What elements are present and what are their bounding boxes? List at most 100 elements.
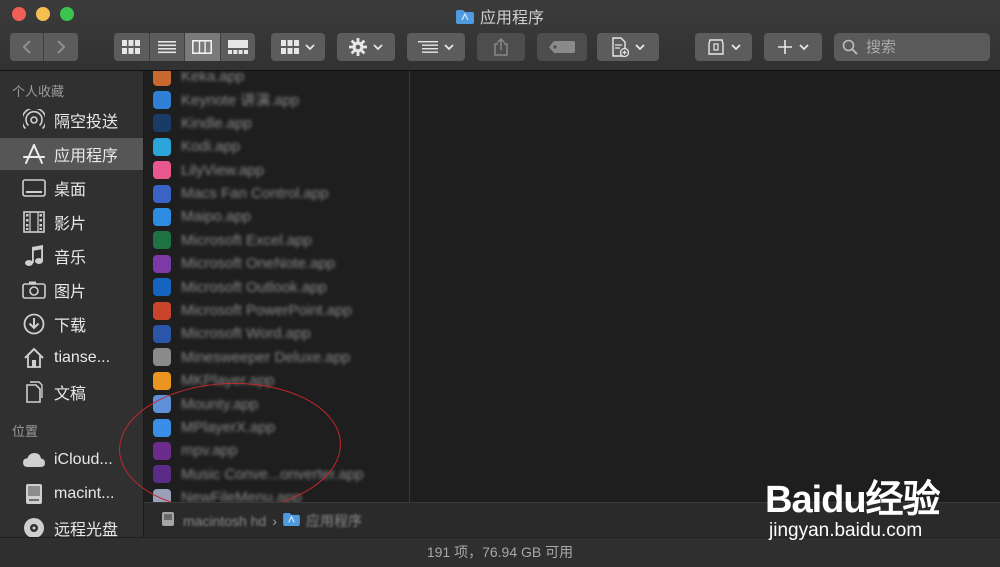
gear-icon	[349, 38, 367, 56]
search-field[interactable]	[834, 33, 990, 61]
file-name: Microsoft Outlook.app	[181, 278, 327, 296]
preview-column	[410, 71, 1000, 502]
path-item-folder[interactable]: 应用程序	[306, 511, 362, 531]
file-row[interactable]: Keynote 讲演.app	[144, 88, 409, 111]
disk-icon	[161, 511, 175, 530]
chevron-down-icon	[635, 43, 645, 50]
group-button[interactable]	[271, 33, 325, 61]
app-icon	[153, 114, 171, 133]
columns-icon	[192, 40, 213, 54]
file-name: Maipo.app	[181, 208, 252, 226]
file-row[interactable]: Microsoft PowerPoint.app	[144, 299, 409, 322]
app-icon	[153, 371, 171, 390]
sidebar-item-label: 文稿	[54, 386, 87, 403]
chevron-left-icon	[22, 40, 31, 54]
file-name: Microsoft OneNote.app	[181, 255, 336, 273]
disk-icon	[22, 482, 46, 506]
file-row[interactable]: Microsoft Excel.app	[144, 229, 409, 252]
sidebar-item-pictures[interactable]: 图片	[0, 274, 143, 306]
app-icon	[153, 324, 171, 343]
sidebar-item-movies[interactable]: 影片	[0, 206, 143, 238]
chevron-down-icon	[799, 43, 809, 50]
extension-button[interactable]	[695, 33, 752, 61]
app-icon	[153, 184, 171, 203]
sidebar-item-home[interactable]: tianse...	[0, 342, 143, 374]
list-view-button[interactable]	[149, 33, 185, 61]
applications-icon	[22, 142, 46, 166]
file-name: Kindle.app	[181, 114, 252, 132]
tag-button[interactable]	[537, 33, 587, 61]
icloud-icon	[22, 448, 46, 472]
chevron-right-icon	[57, 40, 66, 54]
app-icon	[153, 348, 171, 367]
file-name: Microsoft Word.app	[181, 325, 311, 343]
file-name: Macs Fan Control.app	[181, 185, 329, 202]
sidebar-item-label: iCloud...	[54, 451, 113, 468]
sidebar-item-airdrop[interactable]: 隔空投送	[0, 104, 143, 136]
app-icon	[153, 231, 171, 250]
window-toolbar: 应用程序	[0, 0, 1000, 71]
file-name: Microsoft PowerPoint.app	[181, 302, 352, 319]
arrange-button[interactable]	[407, 33, 465, 61]
file-name: Minesweeper Deluxe.app	[181, 348, 351, 366]
file-name: Microsoft Excel.app	[181, 231, 312, 249]
sidebar-item-applications[interactable]: 应用程序	[0, 138, 143, 170]
path-item-disk[interactable]: macintosh hd	[183, 513, 266, 529]
forward-button[interactable]	[44, 33, 78, 61]
file-row[interactable]: Kindle.app	[144, 112, 409, 135]
search-input[interactable]	[864, 37, 988, 57]
action-button[interactable]	[337, 33, 395, 61]
navigation-buttons	[10, 33, 78, 61]
watermark-main-text: Baidu经验	[765, 479, 941, 521]
sidebar-item-label: 下载	[54, 318, 87, 335]
icon-view-button[interactable]	[114, 33, 150, 61]
file-row[interactable]: Minesweeper Deluxe.app	[144, 346, 409, 369]
file-row[interactable]: Keka.app	[144, 71, 409, 88]
documents-icon	[22, 380, 46, 404]
sidebar-item-downloads[interactable]: 下载	[0, 308, 143, 340]
sidebar-item-label: 桌面	[54, 182, 87, 199]
file-name: Kodi.app	[181, 138, 241, 156]
desktop-icon	[22, 176, 46, 200]
file-row[interactable]: Microsoft OneNote.app	[144, 252, 409, 275]
gallery-view-button[interactable]	[220, 33, 255, 61]
watermark-url-text: jingyan.baidu.com	[769, 520, 923, 541]
plus-icon	[778, 40, 792, 54]
folder-icon	[455, 10, 474, 24]
share-icon	[494, 38, 508, 56]
file-row[interactable]: Microsoft Outlook.app	[144, 276, 409, 299]
app-icon	[153, 207, 171, 226]
sidebar-item-macintosh-hd[interactable]: macint...	[0, 478, 143, 510]
window-title: 应用程序	[0, 4, 1000, 28]
file-row[interactable]: Microsoft Word.app	[144, 322, 409, 345]
sidebar-item-label: 音乐	[54, 250, 87, 267]
file-row[interactable]: Maipo.app	[144, 205, 409, 228]
back-button[interactable]	[10, 33, 44, 61]
share-button[interactable]	[477, 33, 525, 61]
sidebar-item-label: 应用程序	[54, 148, 119, 165]
app-icon	[153, 90, 171, 109]
grid-icon	[122, 40, 141, 54]
app-icon	[153, 161, 171, 180]
app-icon	[153, 71, 171, 86]
sidebar-item-music[interactable]: 音乐	[0, 240, 143, 272]
sidebar-section-locations: 位置	[12, 424, 39, 439]
pictures-icon	[22, 278, 46, 302]
column-view-button[interactable]	[185, 33, 221, 61]
file-row[interactable]: Macs Fan Control.app	[144, 182, 409, 205]
baidu-watermark: Baidu经验 jingyan.baidu.com	[765, 458, 995, 548]
new-document-button[interactable]	[597, 33, 659, 61]
sidebar-item-desktop[interactable]: 桌面	[0, 172, 143, 204]
music-icon	[22, 244, 46, 268]
path-separator-icon: ›	[272, 512, 277, 529]
arrange-lines-icon	[418, 41, 438, 53]
group-grid-icon	[281, 40, 299, 54]
sidebar-item-documents[interactable]: 文稿	[0, 376, 143, 408]
file-row[interactable]: Kodi.app	[144, 135, 409, 158]
chevron-down-icon	[305, 43, 315, 50]
sidebar-item-label: 影片	[54, 216, 87, 233]
app-icon	[153, 137, 171, 156]
file-row[interactable]: LilyView.app	[144, 159, 409, 182]
search-icon	[842, 39, 858, 55]
add-button[interactable]	[764, 33, 822, 61]
